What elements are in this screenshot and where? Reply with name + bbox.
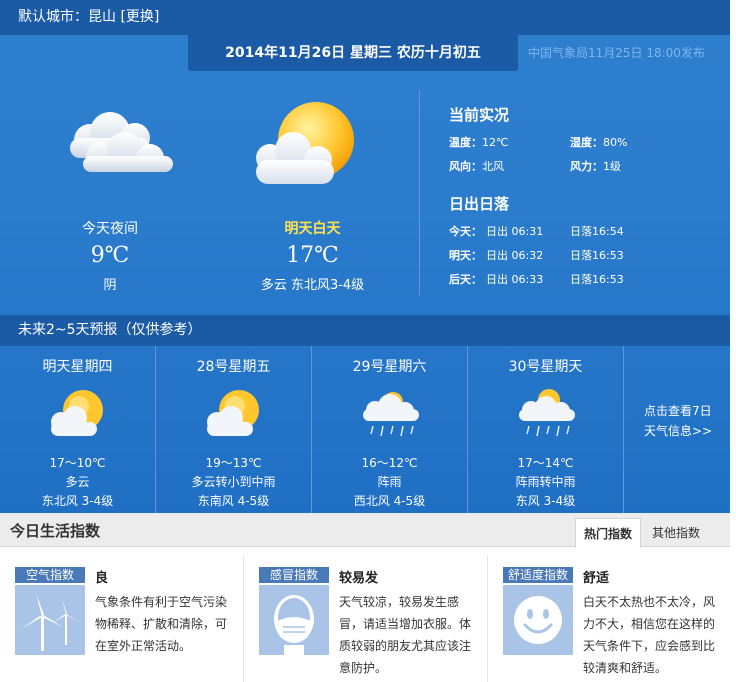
partly-cloudy-sun-icon [256,102,354,184]
forecast-date: 28号星期五 [196,359,271,375]
life-index-title: 今日生活指数 [10,522,101,540]
air-index-value: 良 [95,571,109,586]
cold-index-desc: 天气较凉，较易发生感冒，请适当增加衣服。体质较弱的朋友尤其应该注意防护。 [339,595,472,675]
current-row-1: 温度：12℃ 湿度：80% [449,131,649,155]
sun-shower-icon [518,389,575,437]
card-divider [487,555,488,682]
air-index-desc: 气象条件有利于空气污染物稀释、扩散和清除，可在室外正常活动。 [95,595,228,653]
view-7day-line2[interactable]: 天气信息>> [644,421,712,441]
tonight-block: 今天夜间 9℃ 阴 [60,218,160,293]
forecast-temp: 17～10℃ [49,456,106,470]
air-index-badge: 空气指数 [15,567,85,583]
tomorrow-day-temp: 17℃ [286,243,339,268]
forecast-desc: 阵雨转中雨 [515,475,576,489]
tomorrow-day-label: 明天白天 [284,221,341,237]
forecast-wind: 东北风 3-4级 [41,494,114,508]
temp-value: 12℃ [482,136,509,149]
sunrise-time: 日出 06:31 [486,225,544,238]
forecast-desc: 多云 [65,475,90,489]
sunrise-time: 日出 06:33 [486,273,544,286]
comfort-index-desc: 白天不太热也不太冷，风力不大，相信您在这样的天气条件下，应会感到比较清爽和舒适。 [583,595,716,675]
cold-index-badge: 感冒指数 [259,567,329,583]
life-index-header: 今日生活指数 热门指数 其他指数 [0,513,730,548]
forecast-desc: 阵雨 [377,475,402,489]
forecast-day: 明天星期四 17～10℃ 多云 东北风 3-4级 [0,346,156,513]
forecast-temp: 17～14℃ [517,456,574,470]
view-7day-link[interactable]: 点击查看7日 天气信息>> [644,401,712,441]
smiley-icon [503,585,573,655]
humidity-cell: 湿度：80% [570,131,627,155]
humidity-value: 80% [603,136,628,149]
temp-label: 温度： [449,136,482,149]
comfort-index-card: 舒适度指数 舒适 白天不太热也不太冷，风力不大，相信您在这样的天气条件下，应会感… [503,565,733,675]
forecast-date: 29号星期六 [352,359,427,375]
wind-force-cell: 风力：1级 [570,155,621,179]
sunset-time: 日落16:53 [570,273,624,286]
tonight-temp: 9℃ [90,243,130,268]
sun-title: 日出日落 [449,195,510,213]
sun-day: 明天： [449,249,482,262]
tab-other-index[interactable]: 其他指数 [643,518,709,548]
forecast-date: 明天星期四 [42,359,113,375]
forecast-day: 28号星期五 19～13℃ 多云转小到中雨 东南风 4-5级 [156,346,312,513]
weather-panel: 默认城市：昆山 [更换] 2014年11月26日 星期三 农历十月初五 中国气象… [0,0,730,513]
sun-row: 后天： 日出 06:33 日落16:53 [449,268,649,292]
sun-day: 后天： [449,273,482,286]
wind-dir-value: 北风 [482,160,504,173]
partly-cloudy-sun-icon [206,390,259,436]
forecast-temp: 19～13℃ [205,456,262,470]
card-divider [243,555,244,682]
cold-index-card: 感冒指数 较易发 天气较凉，较易发生感冒，请适当增加衣服。体质较弱的朋友尤其应该… [259,565,489,675]
tomorrow-day-desc: 多云 东北风3-4级 [260,278,365,293]
forecast-list: 明天星期四 17～10℃ 多云 东北风 3-4级 28号星期五 19～13℃ 多… [0,346,730,513]
publish-info: 中国气象局11月25日 18:00发布 [528,46,705,60]
comfort-index-value: 舒适 [583,571,610,586]
forecast-desc: 多云转小到中雨 [191,475,276,489]
view-7day-line1[interactable]: 点击查看7日 [644,401,712,421]
wind-dir-label: 风向： [449,160,482,173]
divider [419,90,420,295]
tomorrow-day-block: 明天白天 17℃ 多云 东北风3-4级 [250,218,375,293]
cloudy-icon [70,112,173,172]
tonight-desc: 阴 [103,278,117,293]
current-conditions: 当前实况 温度：12℃ 湿度：80% 风向：北风 风力：1级 [449,104,649,179]
city-bar: 默认城市：昆山 [更换] [0,0,730,35]
forecast-day: 30号星期天 17～14℃ 阵雨转中雨 东风 3-4级 [468,346,624,513]
wind-turbine-icon [15,585,85,655]
sun-day: 今天： [449,225,482,238]
forecast-temp: 16～12℃ [361,456,418,470]
sunrise-sunset: 日出日落 今天： 日出 06:31 日落16:54 明天： 日出 06:32 日落1… [449,193,649,292]
shower-icon [362,392,419,437]
sun-row: 今天： 日出 06:31 日落16:54 [449,220,649,244]
forecast-title: 未来2~5天预报（仅供参考） [0,315,730,346]
partly-cloudy-sun-icon [50,390,103,436]
wind-force-value: 1级 [603,160,621,173]
date-bar: 2014年11月26日 星期三 农历十月初五 [188,35,518,71]
forecast-wind: 东风 3-4级 [515,494,576,508]
wind-force-label: 风力： [570,160,603,173]
current-row-2: 风向：北风 风力：1级 [449,155,649,179]
tab-hot-index[interactable]: 热门指数 [575,518,641,548]
forecast-day: 29号星期六 16～12℃ 阵雨 西北风 4-5级 [312,346,468,513]
cold-index-value: 较易发 [339,571,379,586]
face-mask-icon [259,585,329,655]
forecast-date: 30号星期天 [508,359,583,375]
city-label: 默认城市： [18,9,88,25]
air-index-card: 空气指数 良 气象条件有利于空气污染物稀释、扩散和清除，可在室外正常活动。 [15,565,245,675]
change-city-link[interactable]: [更换] [120,9,159,25]
life-index-panel: 今日生活指数 热门指数 其他指数 空气指数 良 气象条件有利于空气污染物稀释、扩… [0,513,730,682]
comfort-index-badge: 舒适度指数 [503,567,573,583]
forecast-wind: 东南风 4-5级 [197,494,270,508]
forecast-wind: 西北风 4-5级 [353,494,426,508]
humidity-label: 湿度： [570,136,603,149]
sun-row: 明天： 日出 06:32 日落16:53 [449,244,649,268]
sunset-time: 日落16:54 [570,225,624,238]
sunrise-time: 日出 06:32 [486,249,544,262]
city-name: 昆山 [88,9,116,25]
current-title: 当前实况 [449,106,510,124]
sunset-time: 日落16:53 [570,249,624,262]
tonight-label: 今天夜间 [82,221,138,237]
